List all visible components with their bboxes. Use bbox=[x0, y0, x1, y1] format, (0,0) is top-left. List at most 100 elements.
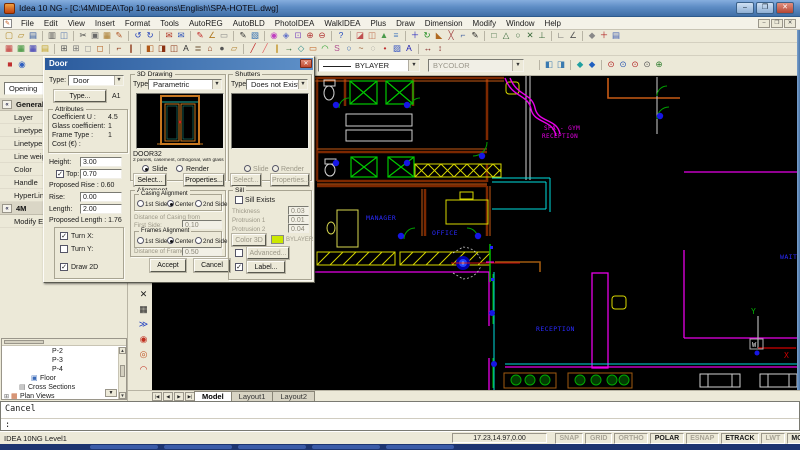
frames-center-radio[interactable] bbox=[167, 237, 174, 244]
fillet-icon[interactable]: ⌐ bbox=[457, 30, 469, 42]
casing-2nd-side-radio[interactable] bbox=[195, 200, 202, 207]
curve-icon[interactable]: S bbox=[331, 43, 343, 55]
polygon-icon[interactable]: ◇ bbox=[295, 43, 307, 55]
wall-double-icon[interactable]: ∥ bbox=[125, 43, 137, 55]
top-checkbox[interactable]: ✓ bbox=[56, 170, 64, 178]
draw-2d-checkbox[interactable]: ✓ bbox=[60, 263, 68, 271]
scroll-up-icon[interactable]: ▲ bbox=[119, 347, 126, 354]
menu-item[interactable]: Plus bbox=[366, 17, 392, 30]
menu-item[interactable]: WalkIDEA bbox=[319, 17, 365, 30]
snap-perpendicular-icon[interactable]: ⊥ bbox=[536, 30, 548, 42]
tab-first-button[interactable]: |◀ bbox=[152, 392, 162, 401]
turn-y-checkbox[interactable] bbox=[60, 245, 68, 253]
select-button[interactable]: Select... bbox=[134, 174, 166, 186]
snap-midpoint-icon[interactable]: △ bbox=[500, 30, 512, 42]
collapse-icon[interactable]: « bbox=[2, 100, 12, 109]
zoom-scale-icon[interactable]: ⊙ bbox=[629, 59, 641, 71]
window-tool-icon[interactable]: ◎ bbox=[137, 348, 150, 361]
door-type-combo[interactable]: Door▼ bbox=[68, 75, 124, 86]
shutters-type-combo[interactable]: Does not Exist▼ bbox=[246, 79, 308, 90]
restore-button[interactable]: ❐ bbox=[756, 2, 774, 14]
zoom-realtime-icon[interactable]: ◉ bbox=[268, 30, 280, 42]
plan-views-dropdown[interactable]: ▼ bbox=[105, 389, 117, 397]
arrow-icon[interactable]: → bbox=[283, 43, 295, 55]
color-control-icon[interactable]: ■ bbox=[4, 59, 16, 71]
tab-next-button[interactable]: ▶ bbox=[174, 392, 184, 401]
etransmit-icon[interactable]: ✉ bbox=[163, 30, 175, 42]
zoom-window-icon[interactable]: ⊡ bbox=[292, 30, 304, 42]
aerial-view-icon[interactable]: ◆ bbox=[574, 59, 586, 71]
roof-icon[interactable]: ⌂ bbox=[204, 43, 216, 55]
trim-icon[interactable]: ╳ bbox=[445, 30, 457, 42]
wipeout-icon[interactable]: ▭ bbox=[218, 30, 230, 42]
minimize-button[interactable]: – bbox=[736, 2, 754, 14]
insert-block-icon[interactable]: ◨ bbox=[555, 59, 567, 71]
redo-icon[interactable]: ↻ bbox=[144, 30, 156, 42]
zoom-extents-icon[interactable]: ⊙ bbox=[605, 59, 617, 71]
scale-icon[interactable]: ◣ bbox=[433, 30, 445, 42]
tree-item[interactable]: ⊞▦Plan Views bbox=[2, 392, 119, 401]
top-field[interactable]: 0.70 bbox=[80, 169, 122, 179]
status-toggle[interactable]: ETRACK bbox=[721, 433, 759, 444]
measure-icon[interactable]: ∠ bbox=[206, 30, 218, 42]
named-views-icon[interactable]: ◆ bbox=[586, 59, 598, 71]
tree-item[interactable]: ▤Cross Sections bbox=[2, 383, 119, 392]
layer-control-icon[interactable]: ◉ bbox=[16, 59, 28, 71]
arc-icon[interactable]: ◠ bbox=[319, 43, 331, 55]
status-toggle[interactable]: ESNAP bbox=[686, 433, 719, 444]
coordinates-readout[interactable]: 17.23,14.97,0.00 bbox=[452, 433, 547, 443]
windows-taskbar[interactable] bbox=[0, 444, 800, 450]
zoom-in-icon[interactable]: ⊕ bbox=[304, 30, 316, 42]
cancel-button[interactable]: Cancel bbox=[194, 259, 230, 272]
close-button[interactable]: ✕ bbox=[776, 2, 794, 14]
print-preview-icon[interactable]: ◫ bbox=[58, 30, 70, 42]
casing-1st-side-radio[interactable] bbox=[137, 200, 144, 207]
dialog-title-bar[interactable]: Door bbox=[45, 58, 313, 70]
linetype-combo[interactable]: BYLAYER ▼ bbox=[318, 59, 420, 72]
chevron-down-icon[interactable]: ▼ bbox=[114, 76, 123, 85]
copy-icon[interactable]: ▣ bbox=[89, 30, 101, 42]
spline-icon[interactable]: ~ bbox=[355, 43, 367, 55]
title-bar[interactable]: Idea 10 NG - [C:\4M\IDEA\Top 10 reasons\… bbox=[0, 0, 800, 17]
status-toggle[interactable]: LWT bbox=[761, 433, 785, 444]
properties-icon[interactable]: ▤ bbox=[610, 30, 622, 42]
render-radio[interactable] bbox=[176, 165, 183, 172]
menu-item[interactable]: Window bbox=[501, 17, 539, 30]
copy-object-icon[interactable]: ◫ bbox=[366, 30, 378, 42]
status-toggle[interactable]: ORTHO bbox=[614, 433, 648, 444]
label-checkbox[interactable]: ✓ bbox=[235, 263, 243, 271]
status-toggle[interactable]: SNAP bbox=[555, 433, 583, 444]
tab-prev-button[interactable]: ◀ bbox=[163, 392, 173, 401]
command-prompt[interactable]: : bbox=[5, 420, 10, 430]
door-tool-icon[interactable]: ◉ bbox=[137, 333, 150, 346]
help-icon[interactable]: ? bbox=[335, 30, 347, 42]
frame-icon[interactable]: ◻ bbox=[94, 43, 106, 55]
point-icon[interactable]: • bbox=[379, 43, 391, 55]
door-icon[interactable]: ◨ bbox=[156, 43, 168, 55]
snap-endpoint-icon[interactable]: □ bbox=[488, 30, 500, 42]
casing-center-radio[interactable] bbox=[167, 200, 174, 207]
accept-button[interactable]: Accept bbox=[150, 259, 186, 272]
sketch-icon[interactable]: ✎ bbox=[237, 30, 249, 42]
menu-item[interactable]: Help bbox=[540, 17, 566, 30]
pan-icon[interactable]: ⊕ bbox=[653, 59, 665, 71]
frames-1st-side-radio[interactable] bbox=[137, 237, 144, 244]
make-block-icon[interactable]: ◧ bbox=[543, 59, 555, 71]
height-field[interactable]: 3.00 bbox=[80, 157, 122, 167]
tree-item[interactable]: P-4 bbox=[2, 365, 119, 374]
fast-forward-tool-icon[interactable]: ≫ bbox=[137, 318, 150, 331]
scroll-down-icon[interactable]: ▼ bbox=[119, 392, 126, 399]
image-icon[interactable]: ▧ bbox=[249, 30, 261, 42]
menu-item[interactable]: Modify bbox=[468, 17, 502, 30]
menu-item[interactable]: File bbox=[16, 17, 39, 30]
column-icon[interactable]: ● bbox=[216, 43, 228, 55]
command-line[interactable]: Cancel : bbox=[0, 401, 800, 431]
tree-item[interactable]: ▣Floor bbox=[2, 374, 119, 383]
erase-icon[interactable]: ◪ bbox=[354, 30, 366, 42]
arch-tool-icon[interactable]: ◠ bbox=[137, 363, 150, 376]
sill-exists-checkbox[interactable] bbox=[235, 196, 243, 204]
dim-linear-icon[interactable]: ↔ bbox=[422, 43, 434, 55]
label-button[interactable]: Label... bbox=[247, 261, 285, 273]
chevron-down-icon[interactable]: ▼ bbox=[212, 80, 221, 89]
idea-floors-icon[interactable]: ▦ bbox=[15, 43, 27, 55]
